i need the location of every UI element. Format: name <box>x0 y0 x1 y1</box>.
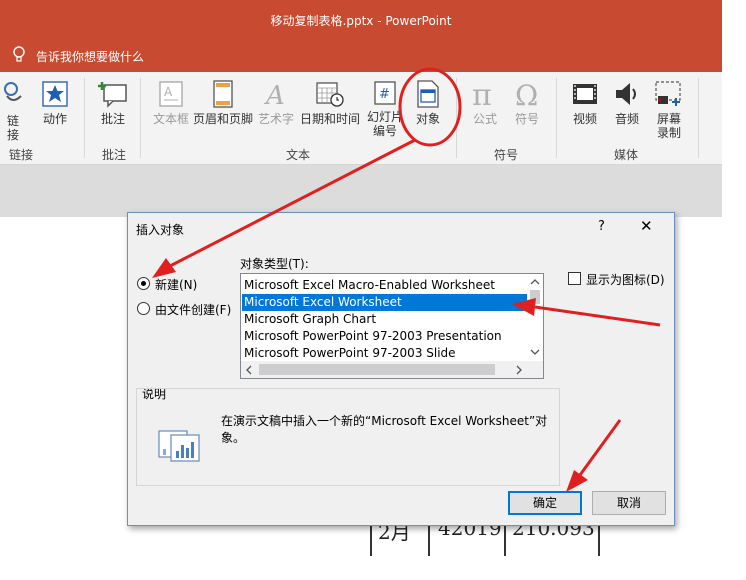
annotation-arrow <box>169 138 416 268</box>
highlight-circle <box>398 67 462 147</box>
annotation-overlay <box>152 67 661 492</box>
annotation-arrow <box>534 305 661 327</box>
arrow-head <box>512 298 536 316</box>
arrow-head <box>566 470 588 492</box>
annotation-arrow <box>578 419 622 476</box>
arrow-head <box>152 258 176 278</box>
